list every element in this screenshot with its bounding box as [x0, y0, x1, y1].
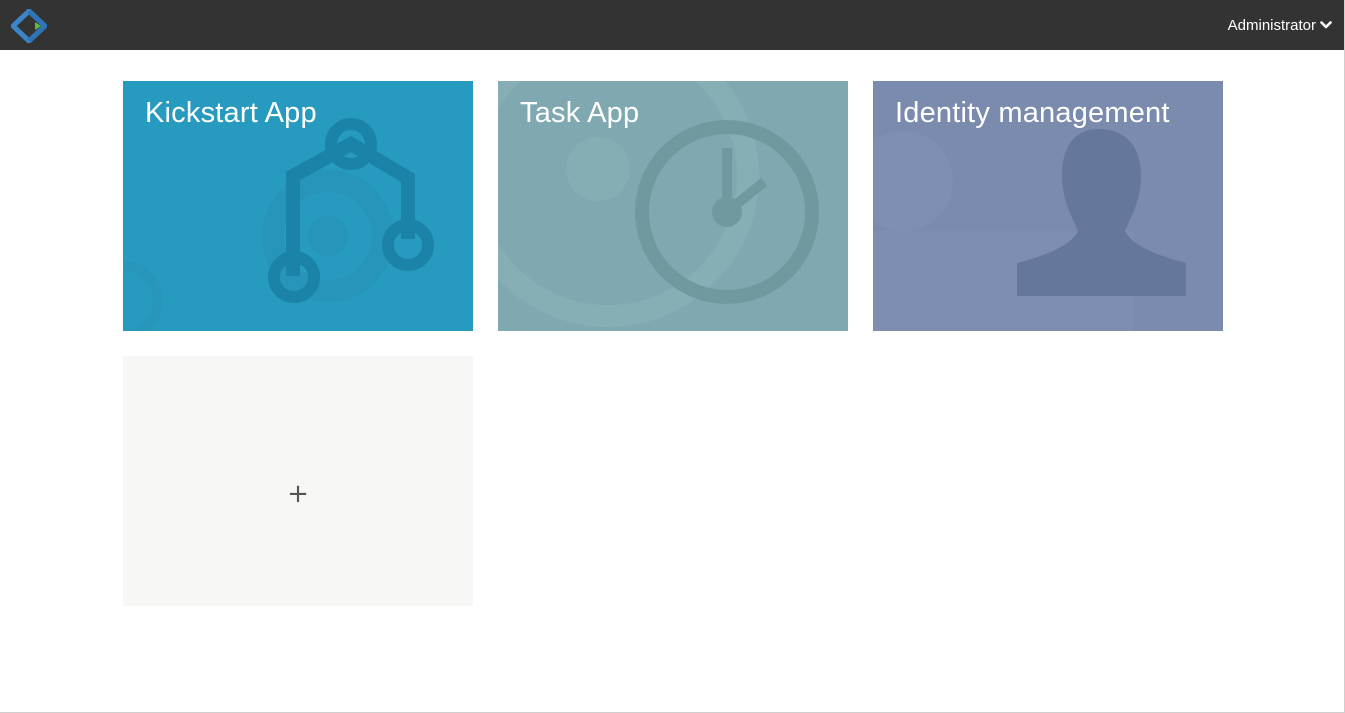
plus-icon: +: [287, 479, 309, 509]
app-tile-title: Identity management: [895, 97, 1170, 129]
app-tile-title: Task App: [520, 97, 640, 129]
app-tile-identity[interactable]: Identity management: [873, 81, 1223, 331]
add-app-tile[interactable]: +: [123, 356, 473, 606]
user-menu[interactable]: Administrator: [1228, 0, 1332, 50]
app-page: Administrator Kickstart App Task App Ide…: [0, 0, 1345, 713]
app-tile-kickstart[interactable]: Kickstart App: [123, 81, 473, 331]
app-tile-title: Kickstart App: [145, 97, 317, 129]
top-navbar: Administrator: [0, 0, 1344, 50]
chevron-down-icon: [1320, 21, 1332, 29]
user-name: Administrator: [1227, 16, 1316, 34]
app-tile-task[interactable]: Task App: [498, 81, 848, 331]
flowable-logo-icon[interactable]: [11, 9, 47, 43]
